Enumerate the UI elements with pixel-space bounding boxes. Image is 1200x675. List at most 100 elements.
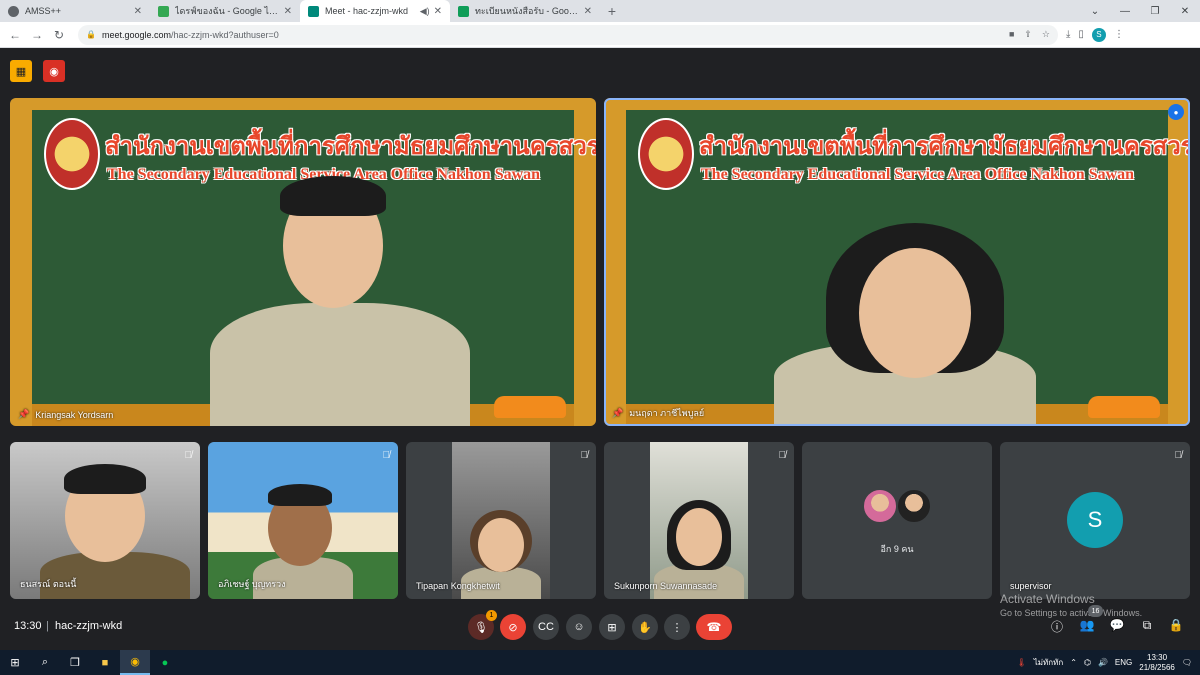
camera-off-button[interactable]: ⊘ bbox=[500, 614, 526, 640]
reload-icon[interactable]: ↻ bbox=[48, 28, 70, 42]
supervisor-tile[interactable]: S 🎙̸ supervisor bbox=[1000, 442, 1190, 599]
participant-figure bbox=[210, 303, 470, 426]
others-tile[interactable]: อีก 9 คน bbox=[802, 442, 992, 599]
close-icon[interactable]: ✕ bbox=[284, 6, 292, 17]
url-host: meet.google.com bbox=[101, 29, 172, 40]
back-icon[interactable]: ← bbox=[4, 28, 26, 42]
task-view-icon[interactable]: ❐ bbox=[60, 650, 90, 675]
close-icon[interactable]: ✕ bbox=[434, 6, 442, 17]
speaking-indicator-icon: ● bbox=[1168, 104, 1184, 120]
board-title-thai: สำนักงานเขตพื้นที่การศึกษามัธยมศึกษานครส… bbox=[699, 133, 1190, 160]
download-icon[interactable]: ⤓ bbox=[1066, 29, 1070, 40]
restore-icon[interactable]: ❐ bbox=[1140, 0, 1170, 22]
notification-badge: 1 bbox=[486, 610, 497, 621]
input-language[interactable]: ENG bbox=[1115, 658, 1132, 667]
tab-meet[interactable]: Meet - hac-zzjm-wkd ◀) ✕ bbox=[300, 0, 450, 22]
people-icon[interactable]: 👥 bbox=[1077, 618, 1097, 632]
camera-icon[interactable]: ■ bbox=[1009, 29, 1014, 40]
system-clock[interactable]: 13:30 21/8/2566 bbox=[1139, 653, 1175, 673]
network-icon[interactable]: ⌬ bbox=[1084, 658, 1091, 667]
main-video-tile-2[interactable]: สำนักงานเขตพื้นที่การศึกษามัธยมศึกษานครส… bbox=[604, 98, 1190, 426]
sheets-icon bbox=[458, 5, 469, 17]
file-explorer-icon[interactable]: ■ bbox=[90, 650, 120, 675]
url-path: /hac-zzjm-wkd?authuser=0 bbox=[171, 29, 279, 40]
new-tab-button[interactable]: + bbox=[600, 0, 624, 22]
url-input[interactable]: 🔒 meet.google.com/hac-zzjm-wkd?authuser=… bbox=[78, 24, 1058, 45]
eraser-graphic bbox=[1088, 396, 1160, 418]
participant-tile-2[interactable]: 🎙̸ อภิเชษฐ์ บุญทรวง bbox=[208, 442, 398, 599]
bookmark-star-icon[interactable]: ☆ bbox=[1042, 29, 1050, 40]
participant-tile-4[interactable]: 🎙̸ Sukunporn Suwannasade bbox=[604, 442, 794, 599]
participant-tile-3[interactable]: 🎙̸ Tipapan Kongkhetwit bbox=[406, 442, 596, 599]
participant-name: ธนสรณ์ ตอนนี้ bbox=[20, 579, 77, 589]
tab-search-icon[interactable]: ⌄ bbox=[1080, 0, 1110, 22]
captions-off-icon[interactable]: ▦ bbox=[10, 60, 32, 82]
windows-start-icon[interactable]: ⊞ bbox=[0, 650, 30, 675]
chat-icon[interactable]: 💬 bbox=[1107, 618, 1127, 632]
avatar bbox=[862, 488, 898, 524]
participant-tile-1[interactable]: 🎙̸ ธนสรณ์ ตอนนี้ bbox=[10, 442, 200, 599]
more-options-button[interactable]: ⋮ bbox=[664, 614, 690, 640]
chrome-icon[interactable]: ◉ bbox=[120, 650, 150, 675]
meet-stage: ▦ ◉ สำนักงานเขตพื้นที่การศึกษามัธยมศึกษา… bbox=[0, 48, 1200, 650]
close-icon[interactable]: ✕ bbox=[584, 6, 592, 17]
side-panel-icon[interactable]: ▯ bbox=[1078, 29, 1084, 40]
participant-name: อภิเชษฐ์ บุญทรวง bbox=[218, 579, 286, 589]
meet-icon bbox=[308, 5, 319, 17]
speaker-icon[interactable]: ◀) bbox=[420, 6, 430, 17]
tab-google-drive[interactable]: ไดรฟ์ของฉัน - Google ไดรฟ์ ✕ bbox=[150, 0, 300, 22]
line-app-icon[interactable]: ● bbox=[150, 650, 180, 675]
participant-name: Tipapan Kongkhetwit bbox=[416, 581, 500, 591]
mic-muted-icon: 🎙̸ bbox=[580, 450, 589, 461]
weather-text: ไม่ทักทัก bbox=[1033, 658, 1064, 667]
activities-icon[interactable]: ⧉ bbox=[1137, 618, 1157, 633]
raise-hand-button[interactable]: ✋ bbox=[632, 614, 658, 640]
meeting-toolbar: 13:30 | hac-zzjm-wkd 🎙 1 ⊘ CC ☺ ⊞ ✋ ⋮ ☎ … bbox=[0, 605, 1200, 650]
participant-count-badge: 16 bbox=[1088, 605, 1103, 617]
pin-icon[interactable]: 📌 bbox=[612, 408, 623, 419]
volume-icon[interactable]: 🔊 bbox=[1098, 658, 1108, 667]
minimize-icon[interactable]: — bbox=[1110, 0, 1140, 22]
main-video-tile-1[interactable]: สำนักงานเขตพื้นที่การศึกษามัธยมศึกษานครส… bbox=[10, 98, 596, 426]
end-call-button[interactable]: ☎ bbox=[696, 614, 732, 640]
tab-amss[interactable]: AMSS++ ✕ bbox=[0, 0, 150, 22]
forward-icon[interactable]: → bbox=[26, 28, 48, 42]
lock-icon[interactable]: 🔒 bbox=[86, 30, 96, 39]
others-count-label: อีก 9 คน bbox=[880, 544, 914, 554]
meeting-time: 13:30 bbox=[14, 620, 42, 632]
avatar: S bbox=[1067, 492, 1123, 548]
search-icon[interactable]: ⌕ bbox=[30, 650, 60, 675]
info-icon[interactable]: ⓘ bbox=[1047, 618, 1067, 635]
windows-taskbar: ⊞ ⌕ ❐ ■ ◉ ● 🌡 ไม่ทักทัก ⌃ ⌬ 🔊 ENG 13:30 … bbox=[0, 650, 1200, 675]
pin-icon[interactable]: 📌 bbox=[18, 409, 29, 420]
captions-button[interactable]: CC bbox=[533, 614, 559, 640]
tab-google-sheets[interactable]: ทะเบียนหนังสือรับ - Google ชีต ✕ bbox=[450, 0, 600, 22]
participant-label: 📌 Kriangsak Yordsarn bbox=[18, 409, 114, 420]
chevron-up-icon[interactable]: ⌃ bbox=[1070, 658, 1077, 667]
office-seal-icon bbox=[638, 118, 694, 190]
participant-name: supervisor bbox=[1010, 581, 1052, 591]
avatar bbox=[896, 488, 932, 524]
close-window-icon[interactable]: ✕ bbox=[1170, 0, 1200, 22]
present-button[interactable]: ⊞ bbox=[599, 614, 625, 640]
notification-center-icon[interactable]: 🗨 bbox=[1182, 658, 1192, 667]
globe-icon bbox=[8, 5, 19, 17]
mic-muted-icon: 🎙̸ bbox=[184, 450, 193, 461]
participant-label: 📌 มนฤดา ภาชีไพบูลย์ bbox=[612, 407, 705, 419]
window-controls: ⌄ — ❐ ✕ bbox=[1080, 0, 1200, 22]
profile-avatar[interactable]: S bbox=[1091, 27, 1106, 42]
share-icon[interactable]: ⇪ bbox=[1024, 29, 1032, 40]
close-icon[interactable]: ✕ bbox=[134, 6, 142, 17]
mic-muted-icon: 🎙̸ bbox=[382, 450, 391, 461]
eraser-graphic bbox=[494, 396, 566, 418]
meeting-code: hac-zzjm-wkd bbox=[55, 620, 123, 632]
board-title-english: The Secondary Educational Service Area O… bbox=[701, 166, 1135, 183]
menu-dots-icon[interactable]: ⋮ bbox=[1114, 29, 1124, 40]
emoji-button[interactable]: ☺ bbox=[566, 614, 592, 640]
recording-icon[interactable]: ◉ bbox=[43, 60, 65, 82]
mic-muted-icon: 🎙̸ bbox=[778, 450, 787, 461]
tab-title: AMSS++ bbox=[25, 6, 62, 16]
tab-title: ทะเบียนหนังสือรับ - Google ชีต bbox=[475, 6, 580, 16]
host-controls-icon[interactable]: 🔒 bbox=[1166, 618, 1186, 632]
drive-icon bbox=[158, 5, 169, 17]
